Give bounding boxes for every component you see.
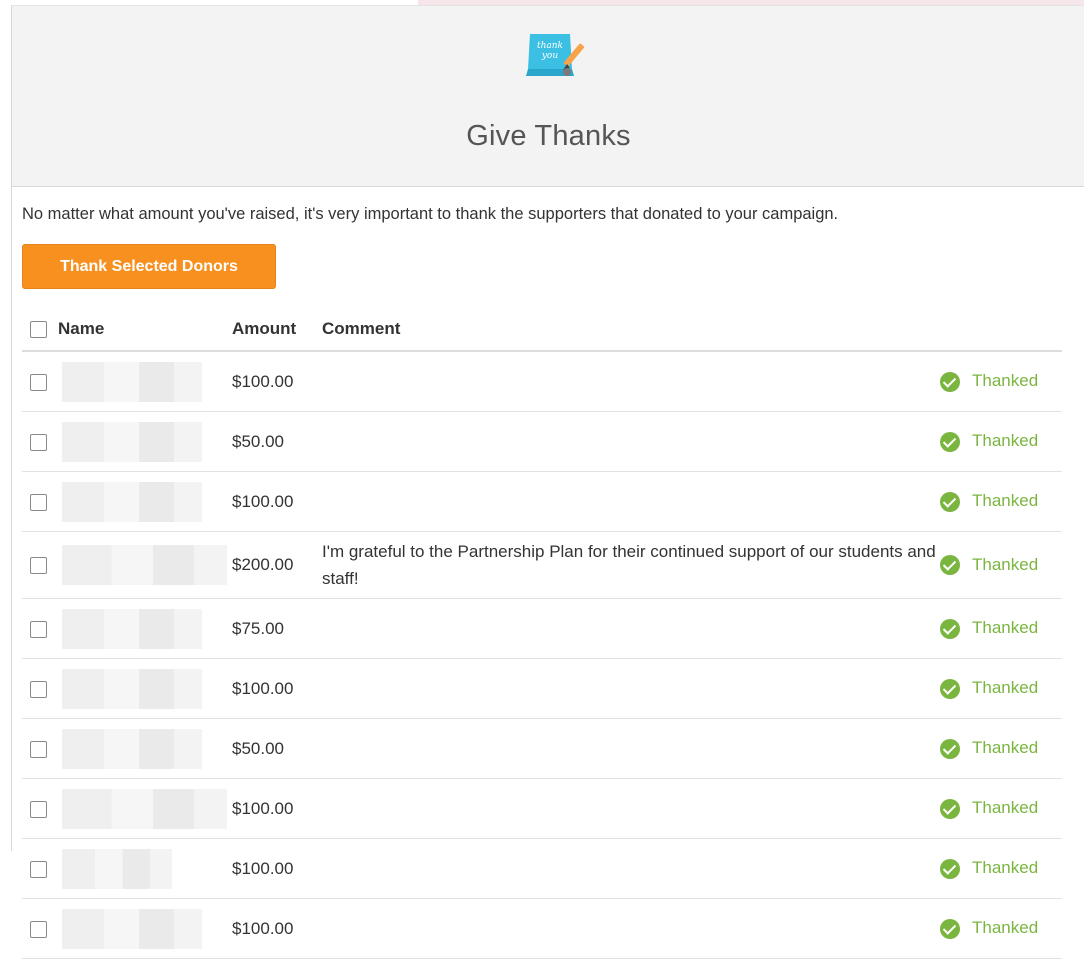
status-badge: Thanked (940, 431, 1039, 452)
check-circle-icon (940, 491, 960, 512)
table-row: $100.00 Thanked (22, 839, 1062, 899)
donor-name-redacted (62, 788, 227, 829)
table-header-row: Name Amount Comment (22, 307, 1062, 351)
row-checkbox[interactable] (30, 740, 47, 758)
status-label: Thanked (972, 798, 1039, 818)
donor-name-redacted (62, 848, 172, 889)
row-checkbox[interactable] (30, 920, 47, 938)
status-label: Thanked (972, 431, 1039, 451)
table-row: $100.00 Thanked (22, 351, 1062, 412)
donation-comment (322, 659, 940, 719)
row-checkbox[interactable] (30, 620, 47, 638)
table-row: $100.00 Thanked (22, 659, 1062, 719)
check-circle-icon (940, 371, 960, 392)
donation-amount: $100.00 (232, 371, 294, 391)
donors-table: Name Amount Comment $100.00 Thanked $50.00… (22, 307, 1062, 959)
donation-comment (322, 779, 940, 839)
status-badge: Thanked (940, 371, 1039, 392)
donor-name-redacted (62, 608, 202, 649)
thank-selected-donors-button[interactable]: Thank Selected Donors (22, 244, 276, 289)
table-row: $75.00 Thanked (22, 599, 1062, 659)
status-label: Thanked (972, 491, 1039, 511)
column-comment: Comment (322, 318, 401, 338)
table-row: $200.00 I'm grateful to the Partnership P… (22, 532, 1062, 599)
table-row: $100.00 Thanked (22, 779, 1062, 839)
row-checkbox[interactable] (30, 557, 47, 575)
row-checkbox[interactable] (30, 800, 47, 818)
donor-name-redacted (62, 361, 202, 402)
status-label: Thanked (972, 678, 1039, 698)
status-label: Thanked (972, 371, 1039, 391)
svg-text:thank: thank (537, 41, 563, 51)
table-row: $50.00 Thanked (22, 719, 1062, 779)
status-badge: Thanked (940, 678, 1039, 699)
donation-comment (322, 899, 940, 959)
page-title: Give Thanks (466, 120, 631, 152)
row-checkbox[interactable] (30, 373, 47, 391)
svg-text:you: you (541, 51, 559, 61)
donation-amount: $100.00 (232, 918, 294, 938)
donation-comment (322, 472, 940, 532)
donation-comment (322, 719, 940, 779)
donation-amount: $100.00 (232, 678, 294, 698)
status-badge: Thanked (940, 554, 1039, 576)
donation-comment (322, 351, 940, 412)
status-badge: Thanked (940, 918, 1039, 939)
status-badge: Thanked (940, 491, 1039, 512)
select-all-checkbox[interactable] (30, 320, 47, 338)
check-circle-icon (940, 858, 960, 879)
panel-header: thank you Give Thanks (12, 6, 1084, 187)
status-badge: Thanked (940, 618, 1039, 639)
check-circle-icon (940, 431, 960, 452)
status-badge: Thanked (940, 738, 1039, 759)
donor-name-redacted (62, 728, 202, 769)
donation-amount: $75.00 (232, 618, 284, 638)
check-circle-icon (940, 738, 960, 759)
row-checkbox[interactable] (30, 860, 47, 878)
status-label: Thanked (972, 618, 1039, 638)
donation-amount: $100.00 (232, 491, 294, 511)
donation-amount: $100.00 (232, 798, 294, 818)
table-row: $100.00 Thanked (22, 472, 1062, 532)
donation-comment: I'm grateful to the Partnership Plan for… (322, 542, 936, 588)
status-badge: Thanked (940, 858, 1039, 879)
column-name: Name (58, 318, 105, 338)
donor-name-redacted (62, 668, 202, 709)
status-label: Thanked (972, 918, 1039, 938)
column-amount: Amount (232, 318, 297, 338)
donor-name-redacted (62, 481, 202, 522)
row-checkbox[interactable] (30, 433, 47, 451)
check-circle-icon (940, 798, 960, 819)
check-circle-icon (940, 918, 960, 939)
donor-name-redacted (62, 545, 227, 585)
donation-comment (322, 412, 940, 472)
check-circle-icon (940, 618, 960, 639)
thank-you-card-icon: thank you (526, 34, 585, 76)
donation-amount: $200.00 (232, 555, 294, 574)
donation-amount: $100.00 (232, 858, 294, 878)
status-label: Thanked (972, 738, 1039, 758)
row-checkbox[interactable] (30, 493, 47, 511)
status-label: Thanked (972, 858, 1039, 878)
donation-amount: $50.00 (232, 738, 284, 758)
check-circle-icon (940, 678, 960, 699)
check-circle-icon (940, 555, 960, 576)
donor-name-redacted (62, 421, 202, 462)
table-row: $50.00 Thanked (22, 412, 1062, 472)
donation-comment (322, 599, 940, 659)
status-label: Thanked (972, 554, 1039, 574)
status-badge: Thanked (940, 798, 1039, 819)
donation-comment (322, 839, 940, 899)
donation-amount: $50.00 (232, 431, 284, 451)
intro-text: No matter what amount you've raised, it'… (22, 205, 839, 223)
table-row: $100.00 Thanked (22, 899, 1062, 959)
donor-name-redacted (62, 908, 202, 949)
row-checkbox[interactable] (30, 680, 47, 698)
